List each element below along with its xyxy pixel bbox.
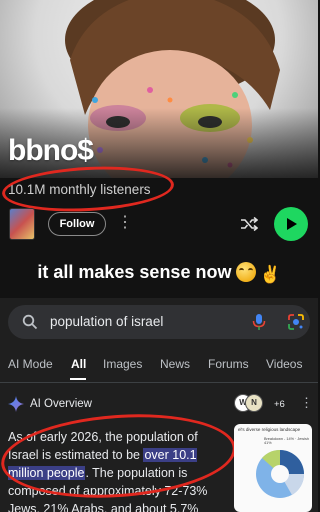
victory-hand-icon: ✌ [259,265,281,284]
tab-ai-mode[interactable]: AI Mode [8,357,53,371]
play-icon [287,218,297,230]
search-bar[interactable]: population of israel [8,305,310,339]
tab-all[interactable]: All [71,357,86,371]
shuffle-icon[interactable] [240,216,258,232]
search-tabs: AI Mode All Images News Forums Videos [0,354,318,380]
artist-name: bbno$ [8,134,94,167]
thumbnail-title: el's diverse religious landscape [238,427,301,432]
ai-overview-more-icon[interactable]: ⋮ [300,395,313,411]
tab-forums[interactable]: Forums [208,357,249,371]
meme-caption: it all makes sense now ✌ [0,262,318,285]
active-tab-indicator [70,378,86,380]
source-icons[interactable]: W N [234,394,274,414]
ai-overview-text: As of early 2026, the population of Isra… [8,428,226,512]
artist-header-image: bbno$ [0,0,318,178]
tabs-divider [0,382,318,383]
sparkle-icon [8,396,24,412]
google-results: population of israel AI Mode All Images … [0,298,318,512]
follow-button[interactable]: Follow [48,212,106,236]
news-source-icon: N [245,394,263,412]
search-input[interactable]: population of israel [50,314,163,329]
tab-news[interactable]: News [160,357,190,371]
ai-overview-title: AI Overview [30,398,92,410]
artist-action-row: Follow ⋮ [0,206,318,242]
more-options-icon[interactable]: ⋮ [117,212,133,236]
mic-icon[interactable] [252,313,266,331]
search-icon [22,314,38,330]
play-button[interactable] [274,207,308,241]
thumbnail-subtitle: Breakdown - 14% · Jewish 41% [264,437,309,445]
source-count[interactable]: +6 [274,399,285,410]
monthly-listeners: 10.1M monthly listeners [8,182,151,197]
album-thumb[interactable] [9,208,35,240]
laughing-emoji-icon [236,262,257,282]
google-lens-icon[interactable] [287,313,305,331]
caption-text: it all makes sense now [37,262,232,282]
tab-images[interactable]: Images [103,357,142,371]
ai-overview-thumbnail[interactable]: el's diverse religious landscape Breakdo… [234,424,312,512]
thumbnail-pie-chart [256,449,305,498]
tab-videos[interactable]: Videos [266,357,302,371]
